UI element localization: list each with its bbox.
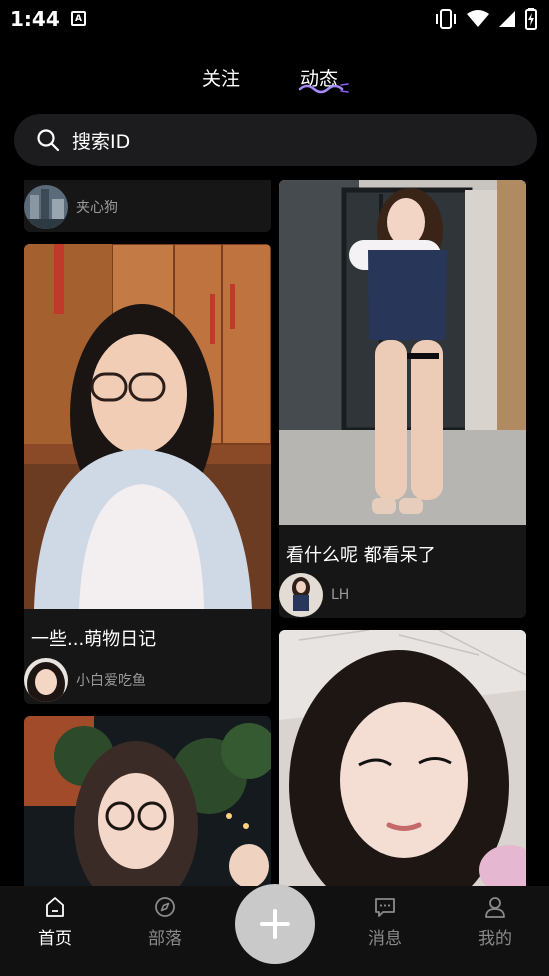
vibrate-icon bbox=[436, 9, 456, 29]
plus-icon bbox=[260, 909, 290, 939]
author-name: 小白爱吃鱼 bbox=[76, 673, 146, 689]
avatar-image bbox=[24, 658, 68, 702]
author-name: 夹心狗 bbox=[76, 200, 118, 216]
post-caption: 看什么呢 都看呆了 bbox=[286, 545, 436, 566]
notification-icon: A bbox=[71, 11, 86, 26]
nav-mine[interactable]: 我的 bbox=[460, 896, 530, 949]
avatar-image bbox=[24, 185, 68, 229]
avatar bbox=[279, 573, 323, 617]
feed-grid: 夹心狗 一些...萌物日记 小白爱吃鱼 看什么呢 都看呆了 LH bbox=[0, 180, 549, 886]
post-image bbox=[24, 716, 271, 886]
compass-icon bbox=[155, 897, 175, 917]
nav-mine-label: 我的 bbox=[478, 929, 512, 949]
status-bar: 1:44 A bbox=[0, 0, 549, 38]
nav-tribe[interactable]: 部落 bbox=[130, 896, 200, 949]
card-author[interactable]: 夹心狗 bbox=[24, 185, 118, 229]
feed-card[interactable] bbox=[279, 630, 526, 886]
search-placeholder: 搜索ID bbox=[72, 130, 131, 153]
avatar-image bbox=[279, 573, 323, 617]
post-image bbox=[279, 630, 526, 886]
create-post-button[interactable] bbox=[235, 884, 315, 964]
card-author[interactable]: LH bbox=[279, 573, 349, 617]
feed-card[interactable]: 夹心狗 bbox=[24, 180, 271, 232]
message-icon bbox=[375, 898, 395, 917]
author-name: LH bbox=[331, 587, 350, 603]
avatar bbox=[24, 185, 68, 229]
card-author[interactable]: 小白爱吃鱼 bbox=[24, 658, 146, 702]
feed-card[interactable]: 一些...萌物日记 小白爱吃鱼 bbox=[24, 244, 271, 704]
signal-icon bbox=[499, 11, 515, 27]
post-image bbox=[279, 180, 526, 525]
post-caption: 一些...萌物日记 bbox=[31, 629, 157, 650]
status-icons bbox=[434, 8, 537, 30]
feed-card[interactable] bbox=[24, 716, 271, 886]
nav-messages-label: 消息 bbox=[368, 929, 402, 949]
search-icon bbox=[37, 129, 60, 152]
feed-card[interactable]: 看什么呢 都看呆了 LH bbox=[279, 180, 526, 618]
user-icon bbox=[485, 897, 505, 918]
nav-messages[interactable]: 消息 bbox=[350, 896, 420, 949]
home-icon bbox=[46, 897, 64, 917]
battery-icon bbox=[525, 8, 537, 30]
nav-tribe-label: 部落 bbox=[148, 929, 182, 949]
nav-home-label: 首页 bbox=[38, 929, 72, 949]
nav-home[interactable]: 首页 bbox=[20, 896, 90, 949]
post-image bbox=[24, 244, 271, 609]
top-tabs: 关注 动态 bbox=[0, 60, 549, 100]
wifi-icon bbox=[467, 10, 489, 27]
status-time: 1:44 bbox=[10, 7, 60, 31]
tab-follow[interactable]: 关注 bbox=[202, 64, 240, 91]
avatar bbox=[24, 658, 68, 702]
search-bar[interactable]: 搜索ID bbox=[14, 114, 537, 166]
active-tab-indicator bbox=[298, 83, 349, 94]
